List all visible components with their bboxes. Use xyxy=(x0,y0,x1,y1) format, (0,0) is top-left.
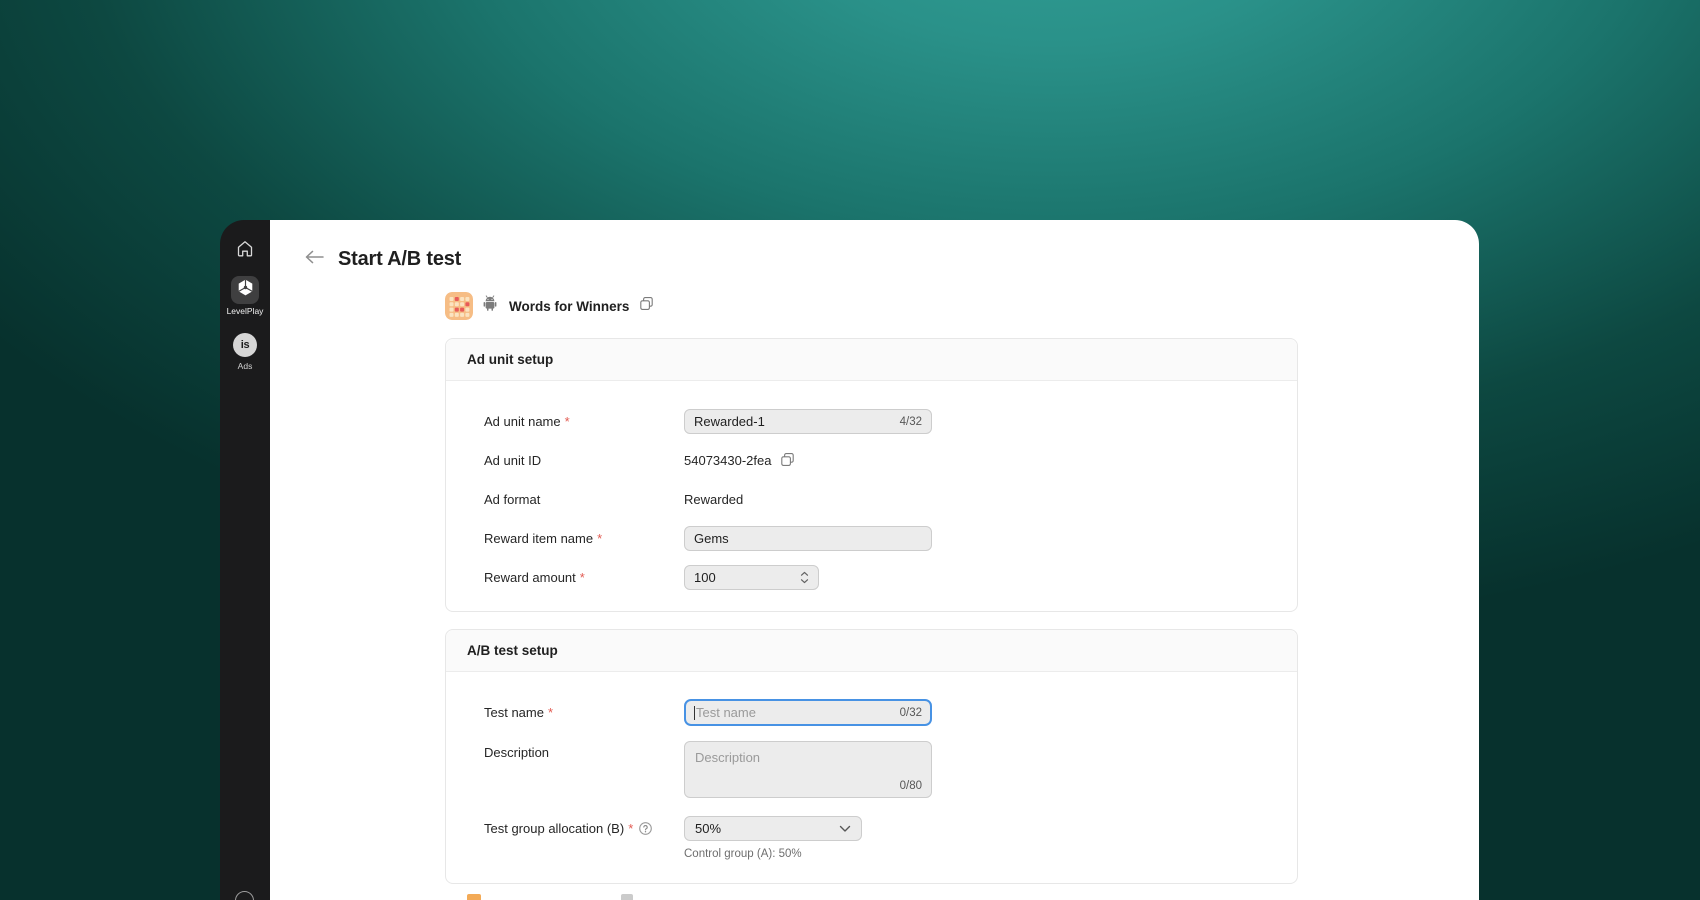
required-marker: * xyxy=(548,705,553,720)
app-icon xyxy=(445,292,473,320)
allocation-selected-value: 50% xyxy=(695,821,721,836)
reward-item-name-input[interactable]: Gems xyxy=(684,526,932,551)
sidebar-item-home[interactable] xyxy=(220,240,270,262)
description-row: Description Description 0/80 xyxy=(484,741,1297,798)
ad-format-label: Ad format xyxy=(484,492,684,507)
stepper-up-icon xyxy=(800,571,809,577)
test-name-input[interactable]: Test name 0/32 xyxy=(684,699,932,726)
required-marker: * xyxy=(565,414,570,429)
next-section-orange-indicator xyxy=(467,894,481,900)
help-icon[interactable] xyxy=(235,891,254,900)
reward-amount-value: 100 xyxy=(694,570,716,585)
sidebar-item-levelplay[interactable] xyxy=(231,276,259,304)
ad-unit-id-row: Ad unit ID 54073430-2fea xyxy=(484,441,1297,480)
reward-amount-input[interactable]: 100 xyxy=(684,565,819,590)
sidebar-item-levelplay-label: LevelPlay xyxy=(220,306,270,316)
ad-unit-name-label: Ad unit name * xyxy=(484,414,684,429)
app-name: Words for Winners xyxy=(509,299,629,314)
ad-unit-name-counter: 4/32 xyxy=(900,416,922,428)
description-label: Description xyxy=(484,741,684,760)
test-name-placeholder: Test name xyxy=(696,705,756,720)
reward-item-name-value: Gems xyxy=(694,531,729,546)
ad-unit-setup-card: Ad unit setup Ad unit name * Rewarded-1 … xyxy=(445,338,1298,612)
sidebar-item-ads[interactable]: is xyxy=(233,333,257,357)
description-textarea[interactable]: Description 0/80 xyxy=(684,741,932,798)
reward-item-name-row: Reward item name * Gems xyxy=(484,519,1297,558)
ad-unit-name-value: Rewarded-1 xyxy=(694,414,765,429)
ad-unit-name-input[interactable]: Rewarded-1 4/32 xyxy=(684,409,932,434)
test-name-counter: 0/32 xyxy=(900,707,922,719)
required-marker: * xyxy=(628,821,633,836)
page-header: Start A/B test xyxy=(303,248,461,271)
copy-icon xyxy=(640,297,653,315)
sidebar: LevelPlay is Ads xyxy=(220,220,270,900)
next-section-gray-indicator xyxy=(621,894,633,900)
required-marker: * xyxy=(580,570,585,585)
test-group-allocation-select[interactable]: 50% xyxy=(684,816,862,841)
ironsource-icon: is xyxy=(241,339,250,351)
test-name-label: Test name * xyxy=(484,705,684,720)
unity-levelplay-icon xyxy=(237,279,254,301)
control-group-helper: Control group (A): 50% xyxy=(684,848,862,860)
app-row: Words for Winners xyxy=(445,292,653,320)
reward-item-name-label: Reward item name * xyxy=(484,531,684,546)
ad-unit-id-value: 54073430-2fea xyxy=(684,453,771,468)
description-placeholder: Description xyxy=(695,750,760,765)
android-icon xyxy=(481,295,499,317)
home-icon xyxy=(236,240,254,262)
back-arrow-icon xyxy=(303,249,325,270)
allocation-help-icon[interactable] xyxy=(639,822,652,835)
ab-test-setup-card: A/B test setup Test name * Test name 0/3… xyxy=(445,629,1298,884)
content-area: Start A/B test xyxy=(270,220,1479,900)
main-panel: LevelPlay is Ads Start A/B test xyxy=(220,220,1479,900)
ad-unit-setup-title: Ad unit setup xyxy=(446,339,1297,381)
page-title: Start A/B test xyxy=(338,248,461,271)
ad-unit-name-row: Ad unit name * Rewarded-1 4/32 xyxy=(484,402,1297,441)
copy-app-name-button[interactable] xyxy=(640,297,653,315)
stepper-down-icon xyxy=(800,578,809,584)
required-marker: * xyxy=(597,531,602,546)
text-caret xyxy=(694,706,695,720)
ad-unit-id-label: Ad unit ID xyxy=(484,453,684,468)
ad-format-row: Ad format Rewarded xyxy=(484,480,1297,519)
copy-ad-unit-id-button[interactable] xyxy=(781,453,794,469)
reward-amount-label: Reward amount * xyxy=(484,570,684,585)
back-button[interactable] xyxy=(303,249,325,270)
number-stepper[interactable] xyxy=(800,571,809,584)
reward-amount-row: Reward amount * 100 xyxy=(484,558,1297,597)
copy-icon xyxy=(781,453,794,469)
test-name-row: Test name * Test name 0/32 xyxy=(484,693,1297,732)
sidebar-item-ads-label: Ads xyxy=(220,361,270,371)
chevron-down-icon xyxy=(839,825,851,833)
test-group-allocation-row: Test group allocation (B) * 50% xyxy=(484,816,1297,860)
ab-test-setup-title: A/B test setup xyxy=(446,630,1297,672)
ad-format-value: Rewarded xyxy=(684,492,743,507)
description-counter: 0/80 xyxy=(900,780,922,792)
test-group-allocation-label: Test group allocation (B) * xyxy=(484,816,684,836)
